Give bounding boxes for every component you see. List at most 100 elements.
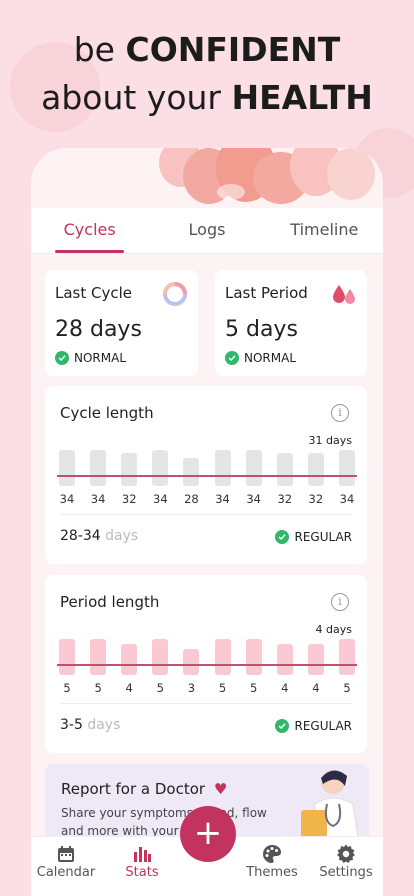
period-length-bar-8: 4 xyxy=(306,644,326,695)
bar xyxy=(338,450,355,486)
blood-drops-icon xyxy=(333,285,355,304)
nav-stats[interactable]: Stats xyxy=(107,843,177,880)
stats-icon xyxy=(107,843,177,865)
bar xyxy=(121,644,138,675)
bar-label: 5 xyxy=(249,681,258,695)
check-icon xyxy=(55,351,69,365)
period-length-title: Period length xyxy=(60,593,160,611)
cycle-length-bar-2: 32 xyxy=(119,452,139,506)
bar-label: 34 xyxy=(215,492,230,506)
last-period-status: NORMAL xyxy=(225,351,296,365)
flower-decoration xyxy=(159,148,375,204)
bar-label: 4 xyxy=(125,681,133,695)
last-period-value: 5 days xyxy=(225,317,298,342)
period-length-card[interactable]: Period length i 4 days 5 5 4 5 3 5 5 4 4 5 3-5 da… xyxy=(45,575,367,753)
last-period-title: Last Period xyxy=(225,284,308,302)
gear-icon xyxy=(311,843,381,865)
cycle-length-bar-7: 32 xyxy=(275,452,295,506)
report-title: Report for a Doctor ♥ xyxy=(61,780,228,798)
period-length-bar-2: 4 xyxy=(119,644,139,695)
bar-label: 3 xyxy=(187,681,196,695)
bar-label: 5 xyxy=(94,681,102,695)
period-length-bar-5: 5 xyxy=(213,639,233,695)
bar-label: 4 xyxy=(281,681,289,695)
bar-label: 5 xyxy=(156,681,164,695)
last-cycle-value: 28 days xyxy=(55,317,142,342)
bar xyxy=(307,452,324,486)
period-length-current: 4 days xyxy=(315,623,352,636)
cycle-length-bar-3: 34 xyxy=(150,450,170,506)
bar xyxy=(307,644,324,675)
bar xyxy=(214,450,231,486)
period-length-bar-4: 3 xyxy=(181,649,201,695)
period-length-bar-3: 5 xyxy=(150,639,170,695)
bar-label: 34 xyxy=(339,492,355,506)
cycle-length-current: 31 days xyxy=(308,434,352,447)
cycle-length-bar-1: 34 xyxy=(88,450,108,506)
cycle-length-bar-8: 32 xyxy=(306,452,326,506)
cycle-length-bar-9: 34 xyxy=(337,450,357,506)
add-entry-button[interactable]: + xyxy=(180,806,236,862)
bar xyxy=(183,649,200,675)
period-length-bar-1: 5 xyxy=(88,639,108,695)
divider xyxy=(60,703,352,704)
cycle-length-title: Cycle length xyxy=(60,404,154,422)
period-length-bar-6: 5 xyxy=(244,639,264,695)
cycle-length-bar-5: 34 xyxy=(213,450,233,506)
promo-headline: be CONFIDENT about your HEALTH xyxy=(41,30,373,117)
nav-calendar[interactable]: Calendar xyxy=(31,843,101,880)
tab-cycles[interactable]: Cycles xyxy=(31,208,148,253)
cycle-average-line xyxy=(57,475,357,477)
tab-logs[interactable]: Logs xyxy=(148,208,265,253)
bar-label: 34 xyxy=(153,492,168,506)
bar xyxy=(90,450,107,486)
bar xyxy=(245,639,262,675)
bar-label: 28 xyxy=(184,492,199,506)
period-length-range: 3-5 days xyxy=(60,717,121,733)
cycle-length-bar-6: 34 xyxy=(244,450,264,506)
bar xyxy=(245,450,262,486)
bar-label: 34 xyxy=(59,492,75,506)
period-length-bar-0: 5 xyxy=(57,639,77,695)
report-description: Share your symptoms, mood, flow and more… xyxy=(61,806,267,838)
bar-label: 34 xyxy=(246,492,261,506)
cycle-length-status: REGULAR xyxy=(275,530,352,544)
bar xyxy=(183,458,200,486)
bar xyxy=(59,639,75,675)
bar-label: 32 xyxy=(277,492,293,506)
stats-tabs: Cycles Logs Timeline xyxy=(31,208,383,254)
period-length-bar-7: 4 xyxy=(275,644,295,695)
cycle-ring-icon xyxy=(163,282,187,306)
bar-label: 34 xyxy=(90,492,106,506)
bar-label: 4 xyxy=(312,681,320,695)
period-length-bar-9: 5 xyxy=(337,639,357,695)
cycle-length-card[interactable]: Cycle length i 31 days 34 34 32 34 28 34 34 32 3… xyxy=(45,386,367,564)
phone-screen: Cycles Logs Timeline Last Cycle 28 days … xyxy=(31,148,383,896)
nav-themes[interactable]: Themes xyxy=(237,843,307,880)
last-cycle-title: Last Cycle xyxy=(55,284,133,302)
bar-label: 5 xyxy=(63,681,71,695)
bar xyxy=(152,450,169,486)
bar xyxy=(276,644,293,675)
check-icon xyxy=(275,719,290,733)
period-length-status: REGULAR xyxy=(275,719,352,733)
cycle-length-bar-0: 34 xyxy=(57,450,77,506)
calendar-icon xyxy=(31,843,101,865)
tab-timeline[interactable]: Timeline xyxy=(266,208,383,253)
bar-label: 5 xyxy=(218,681,227,695)
cycle-length-range: 28-34 days xyxy=(60,528,139,544)
period-average-line xyxy=(57,664,357,666)
doctor-illustration xyxy=(301,770,360,844)
nav-settings[interactable]: Settings xyxy=(311,843,381,880)
check-icon xyxy=(225,351,239,365)
divider xyxy=(60,514,352,515)
bar-label: 32 xyxy=(121,492,137,506)
last-cycle-card[interactable]: Last Cycle 28 days NORMAL xyxy=(45,270,198,376)
info-icon[interactable]: i xyxy=(331,404,349,422)
info-icon[interactable]: i xyxy=(331,593,349,611)
period-length-bars: 5 5 4 5 3 5 5 4 4 5 xyxy=(57,639,357,695)
palette-icon xyxy=(237,843,307,865)
bar xyxy=(59,450,75,486)
last-period-card[interactable]: Last Period 5 days NORMAL xyxy=(215,270,367,376)
cycle-length-bar-4: 28 xyxy=(181,458,201,506)
